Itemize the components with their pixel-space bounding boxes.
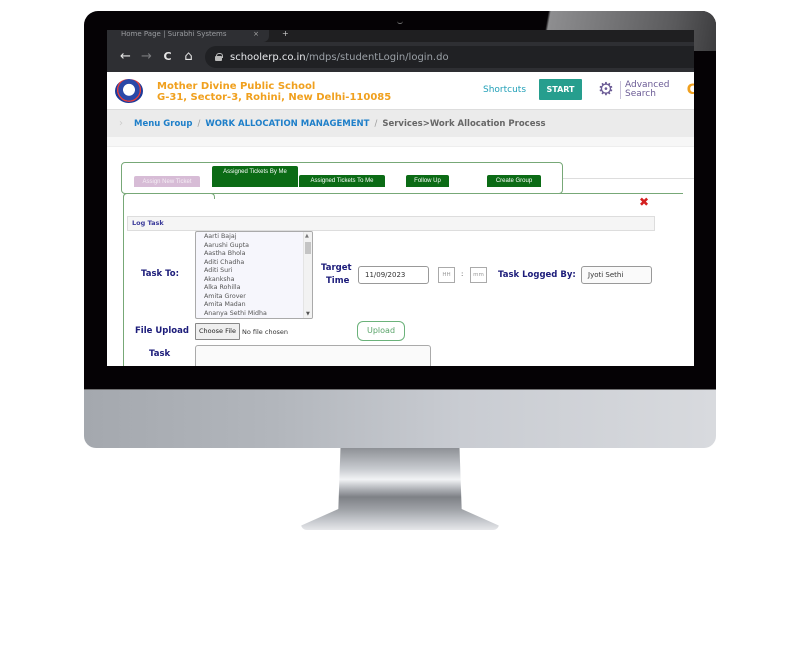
time-separator: : [461,270,464,278]
advanced-search-line2: Search [625,89,656,99]
list-item[interactable]: Aarti Bajaj [204,233,312,242]
school-title: Mother Divine Public School G-31, Sector… [157,81,391,103]
close-icon[interactable]: ✖ [639,195,649,209]
school-logo[interactable] [115,79,143,103]
url-host: schoolerp.co.in [230,51,306,63]
advanced-search-label: Advanced Search [625,81,669,99]
list-item[interactable]: Aastha Bhola [204,250,312,259]
panel-notch [123,193,215,199]
target-time-label-1: Target [321,263,352,273]
school-name: Mother Divine Public School [157,81,316,92]
listbox-scrollbar[interactable]: ▲ ▼ [303,232,312,318]
no-file-text: No file chosen [242,328,289,336]
chevron-right-icon[interactable]: › [119,118,123,129]
minute-input[interactable]: mm [470,267,487,283]
tab-follow-up[interactable]: Follow Up [406,175,449,187]
gear-search-icon: ⚙ [597,79,615,100]
monitor-stand-neck [338,448,462,518]
breadcrumb: › Menu Group / WORK ALLOCATION MANAGEMEN… [107,110,694,137]
start-button[interactable]: START [539,79,582,100]
breadcrumb-separator: / [197,118,201,129]
back-arrow-icon[interactable]: ← [115,50,136,64]
task-label: Task [149,349,171,359]
section-title: Log Task [127,216,655,231]
list-item[interactable]: Aarushi Gupta [204,242,312,251]
new-tab-icon[interactable]: + [282,30,289,38]
scroll-down-icon[interactable]: ▼ [306,311,310,317]
reload-icon[interactable]: C [157,50,178,64]
shortcuts-link[interactable]: Shortcuts [483,85,526,95]
home-icon[interactable]: ⌂ [178,50,199,64]
list-item[interactable]: Akanksha [204,276,312,285]
hour-input[interactable]: HH [438,267,455,283]
list-item[interactable]: Amita Grover [204,293,312,302]
upload-button[interactable]: Upload [357,321,405,341]
monitor-stand-foot [301,508,499,530]
browser-tabstrip: Home Page | Surabhi Systems × + [107,30,694,42]
browser-toolbar: ← → C ⌂ schoolerp.co.in /mdps/studentLog… [107,42,694,72]
divider [563,178,694,179]
tab-assigned-tickets-by-me[interactable]: Assigned Tickets By Me [212,166,298,187]
breadcrumb-work-allocation[interactable]: WORK ALLOCATION MANAGEMENT [205,119,369,129]
lock-icon [215,53,223,61]
monitor-chin [84,389,716,448]
list-item[interactable]: Amita Madan [204,301,312,310]
breadcrumb-current: Services>Work Allocation Process [382,118,546,129]
list-item[interactable]: Ananya Sethi Midha [204,310,312,319]
file-upload-label: File Upload [135,326,189,336]
scroll-thumb[interactable] [305,242,311,254]
list-item[interactable]: Aditi Chadha [204,259,312,268]
list-item[interactable]: Alka Rohilla [204,284,312,293]
sub-bar [107,137,694,147]
list-item[interactable]: Aditi Suri [204,267,312,276]
tab-assign-new-ticket[interactable]: Assign New Ticket [134,176,200,187]
forward-arrow-icon[interactable]: → [136,50,157,64]
target-date-input[interactable]: 11/09/2023 [358,266,429,284]
choose-file-button[interactable]: Choose File [195,323,240,340]
header-cropped-icon[interactable]: C [687,82,694,98]
divider [620,81,621,99]
breadcrumb-separator: / [374,118,378,129]
address-bar[interactable]: schoolerp.co.in /mdps/studentLogin/login… [205,46,694,68]
breadcrumb-menu-group[interactable]: Menu Group [134,119,192,129]
school-address: G-31, Sector-3, Rohini, New Delhi-110085 [157,92,392,103]
url-path: /mdps/studentLogin/login.do [305,51,449,63]
task-logged-by-input[interactable]: Jyoti Sethi [581,266,652,284]
assignee-listbox[interactable]: Aarti Bajaj Aarushi Gupta Aastha Bhola A… [195,231,313,319]
tabs-container: Assign New Ticket Assigned Tickets By Me… [121,162,563,194]
task-logged-by-label: Task Logged By: [498,270,576,280]
site-header: Mother Divine Public School G-31, Sector… [107,72,694,110]
browser-tab-title: Home Page | Surabhi Systems [121,30,227,38]
advanced-search-button[interactable]: ⚙ Advanced Search [596,79,670,100]
task-textarea[interactable] [195,345,431,366]
tab-create-group[interactable]: Create Group [487,175,541,187]
camera-icon [397,18,403,24]
browser-tab[interactable]: Home Page | Surabhi Systems × [107,30,269,42]
tab-close-icon[interactable]: × [253,30,259,38]
tab-assigned-tickets-to-me[interactable]: Assigned Tickets To Me [299,175,385,187]
screen: Home Page | Surabhi Systems × + ← → C ⌂ … [107,30,694,366]
target-time-label-2: Time [326,276,350,286]
task-to-label: Task To: [141,269,180,279]
scroll-up-icon[interactable]: ▲ [305,233,309,239]
